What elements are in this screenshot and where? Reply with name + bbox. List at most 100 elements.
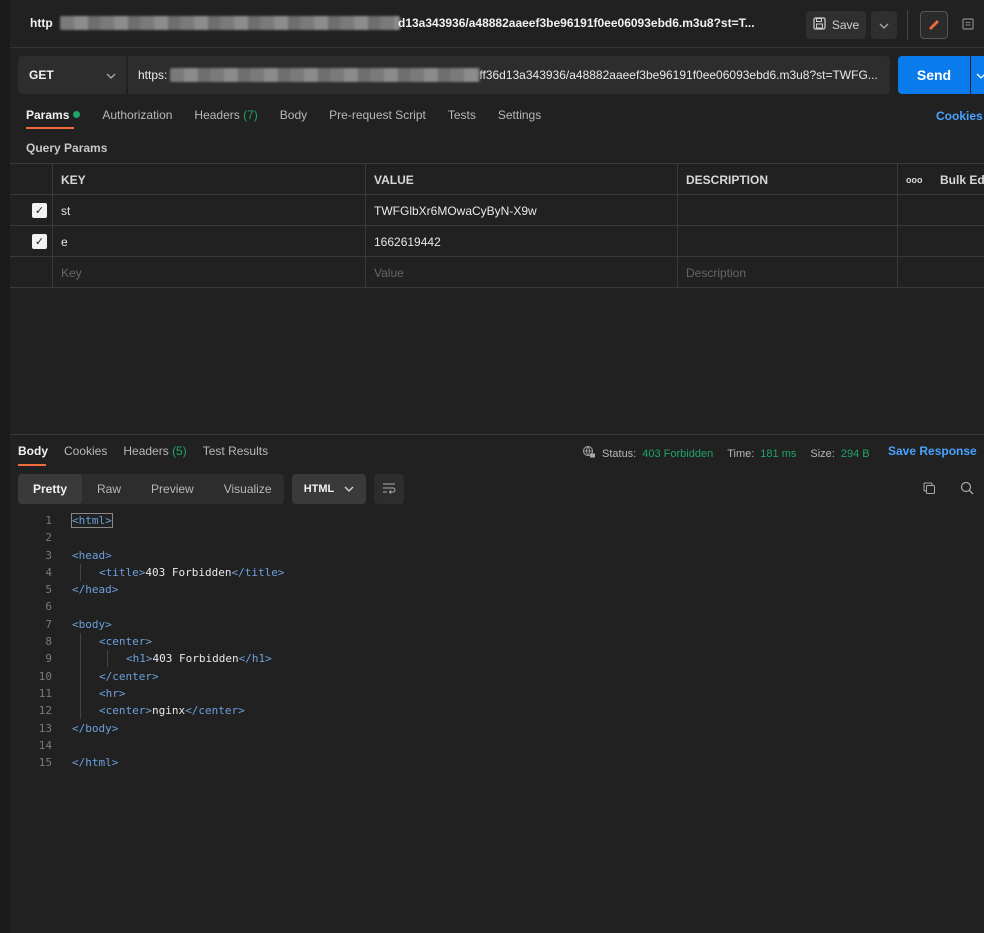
- edit-button[interactable]: [920, 11, 948, 39]
- save-button[interactable]: Save: [806, 11, 866, 39]
- code-tag-open: <h1>: [126, 652, 153, 666]
- column-header-description: DESCRIPTION: [678, 164, 898, 195]
- send-options-dropdown[interactable]: [971, 56, 984, 94]
- tab-headers[interactable]: Headers (7): [194, 108, 257, 130]
- tab-settings[interactable]: Settings: [498, 108, 541, 130]
- format-label: HTML: [303, 483, 335, 495]
- line-number: 13: [38, 721, 52, 735]
- line-number: 1: [45, 514, 52, 527]
- code-text: </html>: [72, 754, 118, 771]
- tab-authorization[interactable]: Authorization: [102, 108, 172, 130]
- checkbox-checked[interactable]: ✓: [32, 203, 47, 218]
- code-tag-close: </center>: [185, 704, 245, 718]
- key-placeholder-input[interactable]: Key: [53, 257, 366, 288]
- response-tab-body[interactable]: Body: [18, 444, 48, 458]
- tab-params-label: Params: [26, 108, 70, 122]
- line-number: 4: [45, 565, 52, 579]
- time-value[interactable]: 181 ms: [760, 448, 796, 460]
- param-key[interactable]: st: [53, 195, 366, 226]
- more-options-icon[interactable]: ooo: [898, 164, 932, 195]
- code-tag-open: </head>: [72, 583, 119, 597]
- code-tag-open: <title>: [99, 565, 146, 579]
- code-tag-open: <hr>: [99, 686, 126, 700]
- line-number: 9: [45, 652, 52, 666]
- headers-count: (7): [243, 108, 258, 122]
- wrap-lines-icon: [382, 482, 396, 497]
- description-placeholder-input[interactable]: Description: [678, 257, 898, 288]
- view-tab-visualize[interactable]: Visualize: [209, 474, 287, 504]
- send-button[interactable]: Send: [898, 56, 970, 94]
- code-text: <head>: [72, 547, 112, 564]
- save-response-button[interactable]: Save Response: [888, 444, 977, 458]
- code-text: <body>: [72, 616, 112, 633]
- bulk-edit-link[interactable]: Bulk Ed: [932, 164, 984, 195]
- code-text: <title>403 Forbidden</title>: [99, 564, 284, 581]
- wrap-lines-button[interactable]: [374, 474, 404, 504]
- request-title-end[interactable]: d13a343936/a48882aaeef3be96191f0ee06093e…: [398, 16, 755, 30]
- value-placeholder-input[interactable]: Value: [366, 257, 678, 288]
- code-text: <h1>403 Forbidden</h1>: [126, 650, 272, 667]
- response-headers-count: (5): [172, 444, 187, 458]
- code-line: 12 <center>nginx</center>: [10, 702, 984, 719]
- param-value[interactable]: 1662619442: [366, 226, 678, 257]
- documentation-button[interactable]: [954, 11, 982, 39]
- view-tab-raw[interactable]: Raw: [82, 474, 136, 504]
- param-key[interactable]: e: [53, 226, 366, 257]
- save-options-dropdown[interactable]: [871, 11, 897, 39]
- code-tag-open: </center>: [99, 669, 159, 683]
- code-line: 15 </html>: [10, 754, 984, 771]
- chevron-down-icon: [344, 483, 354, 495]
- url-text: https:: [138, 68, 168, 82]
- code-text: </center>: [99, 668, 159, 685]
- code-content: 403 Forbidden: [145, 565, 232, 579]
- active-tab-indicator: [26, 127, 74, 129]
- code-text: <html>: [71, 512, 113, 529]
- line-number: 7: [45, 617, 52, 631]
- params-active-dot: [73, 111, 81, 118]
- param-description[interactable]: [678, 195, 898, 226]
- code-line: 1 <html>: [10, 512, 984, 529]
- code-text: </head>: [72, 581, 118, 598]
- tab-tests[interactable]: Tests: [448, 108, 476, 130]
- response-tab-headers[interactable]: Headers (5): [123, 444, 186, 458]
- line-number: 2: [45, 531, 52, 545]
- code-tag-open: <head>: [72, 548, 112, 562]
- tab-prerequest-script[interactable]: Pre-request Script: [329, 108, 426, 130]
- search-icon[interactable]: [960, 481, 974, 498]
- line-number: 8: [45, 635, 52, 649]
- response-tab-cookies[interactable]: Cookies: [64, 444, 107, 458]
- param-value[interactable]: TWFGlbXr6MOwaCyByN-X9w: [366, 195, 678, 226]
- code-line: 4 <title>403 Forbidden</title>: [10, 564, 984, 581]
- code-text: <center>nginx</center>: [99, 702, 245, 719]
- cookies-link[interactable]: Cookies: [936, 109, 983, 123]
- line-number: 10: [38, 669, 52, 683]
- tab-body[interactable]: Body: [280, 108, 307, 130]
- code-tag-open: <body>: [72, 617, 112, 631]
- chevron-down-icon: [106, 68, 116, 82]
- code-line: 2: [10, 529, 984, 546]
- response-tabs: Body Cookies Headers (5) Test Results: [18, 444, 284, 458]
- status-value[interactable]: 403 Forbidden: [642, 448, 713, 460]
- code-tag-close: </h1>: [238, 652, 272, 666]
- response-body-code[interactable]: 1 <html> 2 3 <head> 4 <title>403 Forbidden</ti…: [10, 512, 984, 771]
- globe-lock-icon[interactable]: [582, 445, 596, 462]
- code-line: 14: [10, 737, 984, 754]
- format-select[interactable]: HTML: [292, 474, 366, 504]
- column-header-value: VALUE: [366, 164, 678, 195]
- save-icon: [813, 17, 826, 33]
- method-label: GET: [29, 68, 54, 82]
- response-tab-test-results[interactable]: Test Results: [203, 444, 268, 458]
- line-number: 3: [45, 548, 52, 562]
- request-title-start[interactable]: http: [30, 16, 53, 30]
- view-tab-pretty[interactable]: Pretty: [18, 474, 83, 504]
- table-header-row: KEY VALUE DESCRIPTION ooo Bulk Ed: [10, 164, 984, 195]
- size-value[interactable]: 294 B: [841, 448, 870, 460]
- method-select[interactable]: GET: [18, 56, 126, 94]
- line-number: 14: [38, 738, 52, 752]
- view-tab-preview[interactable]: Preview: [136, 474, 209, 504]
- copy-icon[interactable]: [922, 481, 936, 498]
- checkbox-checked[interactable]: ✓: [32, 234, 47, 249]
- param-description[interactable]: [678, 226, 898, 257]
- active-response-tab-indicator: [18, 464, 46, 466]
- response-headers-label: Headers: [123, 444, 169, 458]
